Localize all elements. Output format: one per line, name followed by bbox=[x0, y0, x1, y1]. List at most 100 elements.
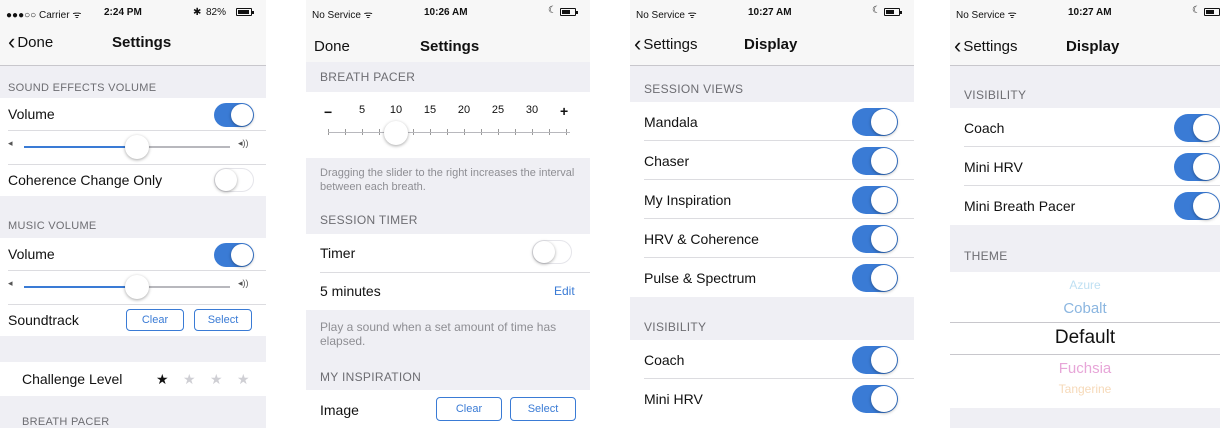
sound-effects-group: Volume ◂ ◂)) Coherence Change Only bbox=[0, 98, 266, 196]
toggle-row-label: Pulse & Spectrum bbox=[644, 269, 757, 286]
moon-icon: ☾ bbox=[548, 5, 557, 16]
toggle-row: Mini HRV bbox=[630, 379, 914, 418]
toggle-row: Pulse & Spectrum bbox=[630, 258, 914, 297]
section-header-session-views: SESSION VIEWS bbox=[644, 82, 744, 96]
toggle-row-label: Mini HRV bbox=[644, 390, 703, 407]
pacer-tick-label: 20 bbox=[457, 104, 471, 116]
section-header-sound-effects: SOUND EFFECTS VOLUME bbox=[8, 82, 157, 94]
breath-pacer-slider[interactable] bbox=[384, 121, 408, 145]
toggle-row: Mini Breath Pacer bbox=[950, 186, 1220, 225]
music-volume-fill bbox=[24, 286, 138, 288]
toggle-switch[interactable] bbox=[1174, 191, 1220, 220]
back-label: Settings bbox=[963, 38, 1018, 55]
star-icon-empty[interactable]: ★ bbox=[210, 371, 223, 388]
volume-label: Volume bbox=[8, 106, 55, 122]
status-bar: No Service ᯤ 10:27 AM ☾ bbox=[630, 0, 914, 22]
soundtrack-label: Soundtrack bbox=[8, 312, 79, 328]
screen-display-session-views: No Service ᯤ 10:27 AM ☾ ‹ Settings Displa… bbox=[630, 0, 914, 428]
minus-icon[interactable]: − bbox=[324, 104, 332, 120]
soundtrack-clear-button[interactable]: Clear bbox=[126, 309, 184, 331]
chevron-left-icon: ‹ bbox=[954, 33, 962, 58]
soundtrack-select-button[interactable]: Select bbox=[194, 309, 252, 331]
done-button[interactable]: Done bbox=[314, 38, 350, 55]
done-button[interactable]: ‹ Done bbox=[8, 31, 53, 53]
toggle-switch[interactable] bbox=[852, 107, 898, 136]
pacer-tick-label: 25 bbox=[491, 104, 505, 116]
status-bar: No Service ᯤ 10:26 AM ☾ bbox=[306, 0, 590, 22]
toggle-switch[interactable] bbox=[852, 263, 898, 292]
status-bar: ●●●○○ Carrier ᯤ 2:24 PM ✱ 82% bbox=[0, 0, 266, 22]
back-button[interactable]: ‹ Settings bbox=[954, 33, 1018, 58]
theme-option-selected[interactable]: Default bbox=[950, 327, 1220, 349]
image-label: Image bbox=[320, 402, 359, 418]
status-time: 10:27 AM bbox=[1068, 7, 1112, 18]
star-icon-empty[interactable]: ★ bbox=[237, 371, 250, 388]
toggle-row-label: Mini HRV bbox=[964, 158, 1023, 175]
theme-option[interactable]: Azure bbox=[950, 278, 1220, 292]
sound-effects-volume-fill bbox=[24, 146, 138, 148]
timer-footer: Play a sound when a set amount of time h… bbox=[320, 320, 557, 348]
toggle-row-label: Coach bbox=[644, 351, 685, 368]
page-title: Display bbox=[1066, 38, 1120, 55]
toggle-row-label: Coach bbox=[964, 119, 1005, 136]
page-title: Settings bbox=[112, 34, 172, 51]
theme-option[interactable]: Cobalt bbox=[950, 300, 1220, 317]
navbar: ‹ Done Settings bbox=[0, 22, 266, 66]
toggle-switch[interactable] bbox=[852, 224, 898, 253]
theme-picker[interactable]: Azure Cobalt Default Fuchsia Tangerine bbox=[950, 272, 1220, 408]
section-header-visibility: VISIBILITY bbox=[644, 320, 707, 334]
toggle-row: My Inspiration bbox=[630, 180, 914, 219]
coherence-change-label: Coherence Change Only bbox=[8, 172, 163, 188]
visibility-list: Coach Mini HRV Mini Breath Pacer bbox=[950, 108, 1220, 225]
toggle-row-label: Mini Breath Pacer bbox=[964, 197, 1076, 214]
toggle-row: Mandala bbox=[630, 102, 914, 141]
page-title: Display bbox=[744, 36, 798, 53]
volume-high-icon: ◂)) bbox=[238, 138, 249, 148]
timer-edit-button[interactable]: Edit bbox=[554, 284, 575, 298]
sound-effects-toggle[interactable] bbox=[214, 103, 254, 127]
theme-option[interactable]: Tangerine bbox=[950, 382, 1220, 396]
section-header-my-inspiration: MY INSPIRATION bbox=[320, 370, 422, 384]
timer-toggle[interactable] bbox=[532, 240, 572, 264]
toggle-switch[interactable] bbox=[852, 345, 898, 374]
image-clear-button[interactable]: Clear bbox=[436, 397, 502, 421]
plus-icon[interactable]: + bbox=[560, 103, 568, 119]
carrier-label: No Service ᯤ bbox=[636, 10, 697, 21]
sound-effects-volume-slider[interactable] bbox=[125, 135, 150, 159]
moon-icon: ☾ bbox=[872, 5, 881, 16]
battery-icon bbox=[560, 8, 578, 16]
toggle-switch[interactable] bbox=[852, 384, 898, 413]
toggle-switch[interactable] bbox=[852, 146, 898, 175]
image-select-button[interactable]: Select bbox=[510, 397, 576, 421]
toggle-switch[interactable] bbox=[1174, 113, 1220, 142]
status-bar: No Service ᯤ 10:27 AM ☾ bbox=[950, 0, 1220, 22]
pacer-tick-label: 5 bbox=[358, 104, 366, 116]
challenge-level-label: Challenge Level bbox=[22, 371, 123, 387]
bluetooth-icon: ✱ bbox=[193, 7, 202, 18]
challenge-level-row: Challenge Level ★ ★ ★ ★ bbox=[0, 362, 266, 396]
star-icon-filled[interactable]: ★ bbox=[156, 371, 169, 388]
toggle-switch[interactable] bbox=[852, 185, 898, 214]
screen-settings-audio: ●●●○○ Carrier ᯤ 2:24 PM ✱ 82% ‹ Done Sett… bbox=[0, 0, 266, 428]
theme-option[interactable]: Fuchsia bbox=[950, 360, 1220, 377]
star-icon-empty[interactable]: ★ bbox=[183, 371, 196, 388]
volume-low-icon: ◂ bbox=[8, 278, 13, 288]
section-header-breath-pacer: BREATH PACER bbox=[320, 70, 416, 84]
timer-duration: 5 minutes bbox=[320, 283, 381, 299]
page-title: Settings bbox=[420, 38, 480, 55]
toggle-switch[interactable] bbox=[1174, 152, 1220, 181]
section-header-session-timer: SESSION TIMER bbox=[320, 213, 418, 227]
coherence-change-toggle[interactable] bbox=[214, 168, 254, 192]
music-toggle[interactable] bbox=[214, 243, 254, 267]
breath-pacer-slider-cell: − + 5 10 15 20 25 30 bbox=[306, 92, 590, 158]
session-timer-group: Timer 5 minutes Edit bbox=[306, 234, 590, 310]
battery-icon bbox=[236, 8, 254, 16]
music-volume-slider[interactable] bbox=[125, 275, 150, 299]
toggle-row: Chaser bbox=[630, 141, 914, 180]
pacer-tick-label: 30 bbox=[525, 104, 539, 116]
back-button[interactable]: ‹ Settings bbox=[634, 33, 698, 55]
battery-percent: 82% bbox=[206, 7, 227, 18]
section-header-theme: THEME bbox=[964, 249, 1008, 263]
toggle-row-label: Chaser bbox=[644, 152, 690, 169]
navbar: ‹ Settings Display bbox=[950, 22, 1220, 66]
